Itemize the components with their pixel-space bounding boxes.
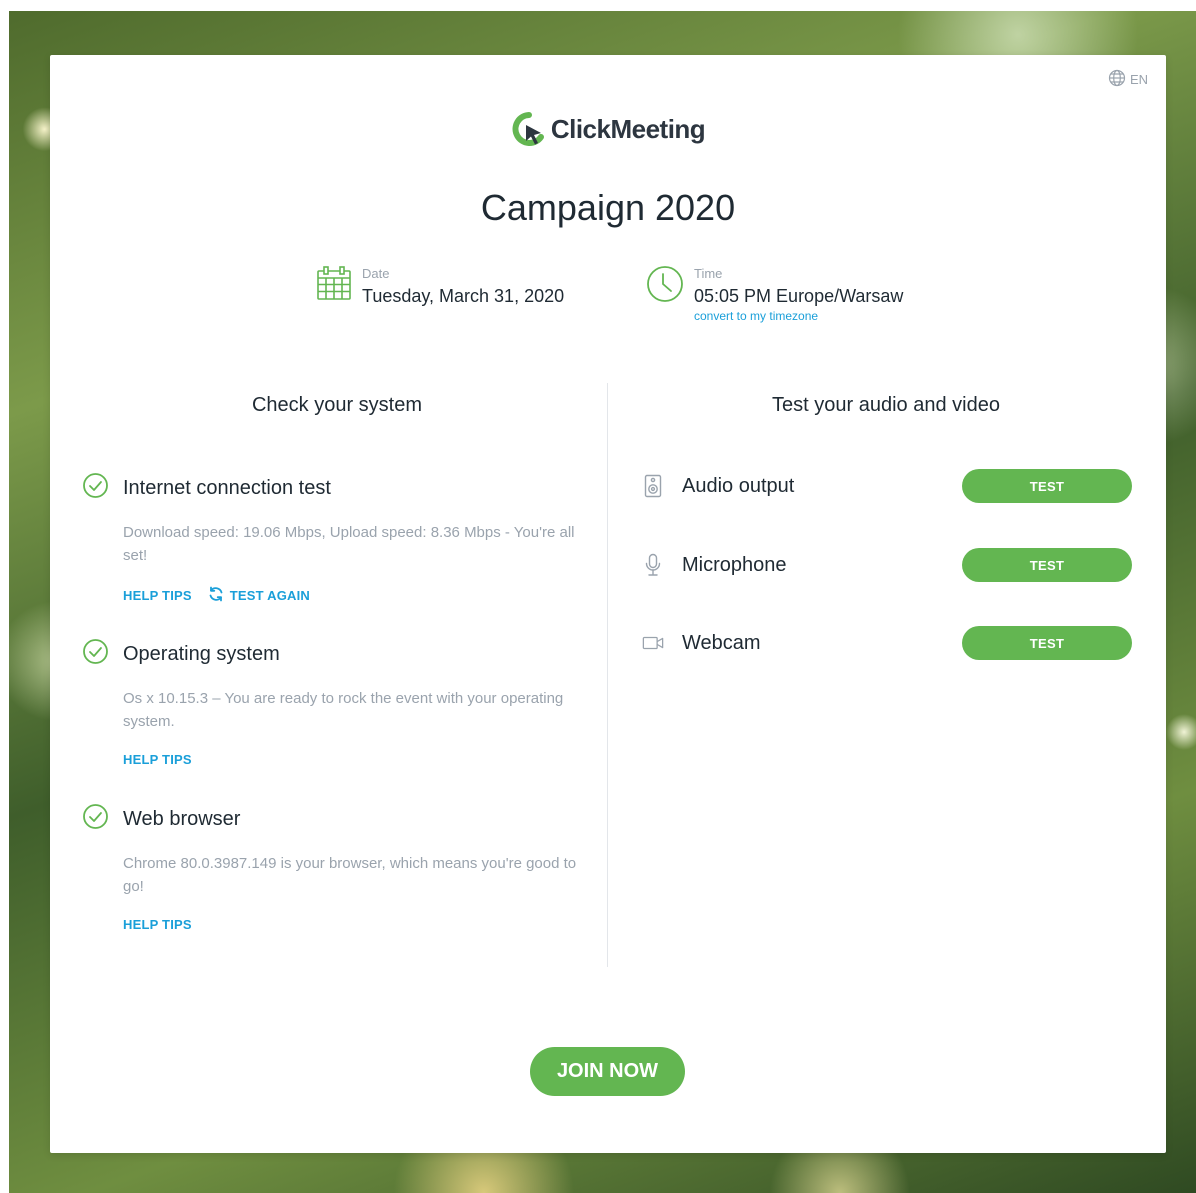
language-code: EN <box>1129 72 1148 87</box>
os-check: Operating system Os x 10.15.3 – You are … <box>82 638 593 767</box>
event-card: EN ClickMeeting Campaign 2020 Date Tuesd… <box>50 55 1166 1153</box>
audio-output-row: Audio output TEST <box>642 469 1132 503</box>
event-title: Campaign 2020 <box>480 187 736 228</box>
av-item-name: Audio output <box>682 474 795 497</box>
webcam-icon <box>642 634 664 652</box>
test-again-button[interactable]: TEST AGAIN <box>208 586 310 605</box>
clock-icon <box>646 265 684 323</box>
convert-timezone-link[interactable]: convert to my timezone <box>694 309 903 323</box>
test-audio-button[interactable]: TEST <box>962 469 1132 503</box>
calendar-icon <box>316 265 352 307</box>
check-description: Chrome 80.0.3987.149 is your browser, wh… <box>123 855 577 895</box>
av-test-heading: Test your audio and video <box>772 394 1000 416</box>
help-tips-link[interactable]: HELP TIPS <box>123 588 192 603</box>
microphone-row: Microphone TEST <box>642 548 1132 582</box>
time-label: Time <box>694 266 723 281</box>
join-now-button[interactable]: JOIN NOW <box>530 1047 685 1096</box>
event-date: Date Tuesday, March 31, 2020 <box>316 265 564 307</box>
av-item-name: Microphone <box>682 553 787 576</box>
browser-check: Web browser Chrome 80.0.3987.149 is your… <box>82 803 593 932</box>
test-microphone-button[interactable]: TEST <box>962 548 1132 582</box>
check-description: Download speed: 19.06 Mbps, Upload speed… <box>123 524 575 564</box>
globe-icon <box>1108 69 1126 90</box>
language-selector[interactable]: EN <box>1108 69 1148 90</box>
event-time: Time 05:05 PM Europe/Warsaw convert to m… <box>646 265 903 323</box>
logo-text: ClickMeeting <box>550 113 706 144</box>
refresh-icon <box>208 586 224 605</box>
webcam-row: Webcam TEST <box>642 626 1132 660</box>
check-name: Internet connection test <box>123 476 331 499</box>
check-circle-icon <box>82 803 109 835</box>
check-circle-icon <box>82 638 109 670</box>
check-name: Operating system <box>123 642 280 665</box>
date-label: Date <box>362 266 390 281</box>
check-description: Os x 10.15.3 – You are ready to rock the… <box>123 690 564 730</box>
system-check-heading: Check your system <box>251 394 423 416</box>
help-tips-link[interactable]: HELP TIPS <box>123 917 192 932</box>
microphone-icon <box>642 553 664 577</box>
time-value: 05:05 PM Europe/Warsaw <box>694 286 904 306</box>
logo-mark-icon <box>512 112 544 146</box>
help-tips-link[interactable]: HELP TIPS <box>123 752 192 767</box>
check-circle-icon <box>82 472 109 504</box>
test-webcam-button[interactable]: TEST <box>962 626 1132 660</box>
check-name: Web browser <box>123 807 241 830</box>
internet-check: Internet connection test Download speed:… <box>82 472 593 605</box>
speaker-icon <box>642 474 664 498</box>
av-item-name: Webcam <box>682 631 761 654</box>
column-divider <box>607 383 608 967</box>
clickmeeting-logo: ClickMeeting <box>50 111 1166 147</box>
test-again-label: TEST AGAIN <box>229 588 310 603</box>
date-value: Tuesday, March 31, 2020 <box>362 286 565 306</box>
